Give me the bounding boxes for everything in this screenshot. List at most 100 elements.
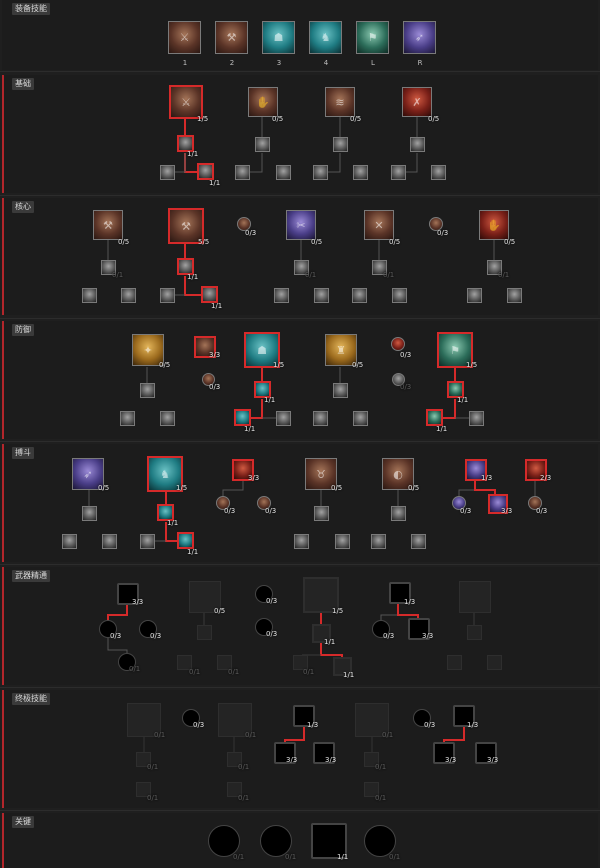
upgrade-node[interactable] — [121, 288, 136, 303]
upgrade-node[interactable] — [276, 165, 291, 180]
upgrade-node[interactable] — [313, 165, 328, 180]
upgrade-node[interactable] — [467, 288, 482, 303]
equipped-skill-slot-4[interactable]: ♞ — [309, 21, 342, 54]
dual-blades-icon: ⚔ — [179, 31, 190, 44]
upgrade-node[interactable] — [431, 165, 446, 180]
upgrade-node[interactable] — [314, 288, 329, 303]
upgrade-rank: 1/1 — [343, 671, 355, 679]
equipped-skills-section: 装备技能 ⚔ ⚒ ☗ ♞ ⚑ ➶ 1 2 3 4 L R — [2, 0, 598, 70]
skill-rank: 0/5 — [428, 115, 440, 123]
passive-node[interactable] — [391, 337, 405, 351]
skill-rank: 0/5 — [272, 115, 284, 123]
skill-rank: 3/3 — [422, 632, 434, 640]
upgrade-rank: 1/1 — [324, 638, 336, 646]
upgrade-node[interactable] — [276, 411, 291, 426]
upgrade-node[interactable] — [333, 383, 348, 398]
upgrade-node[interactable] — [411, 534, 426, 549]
upgrade-node[interactable] — [426, 409, 443, 426]
upgrade-node[interactable] — [469, 411, 484, 426]
axe-icon: ⚒ — [103, 218, 113, 232]
skill-rank: 0/3 — [245, 229, 257, 237]
upgrade-node[interactable] — [160, 288, 175, 303]
upgrade-node[interactable] — [235, 165, 250, 180]
upgrade-node[interactable] — [391, 165, 406, 180]
skill-lunging-strike[interactable]: ✋ — [248, 87, 278, 117]
skill-rank: 0/5 — [408, 484, 420, 492]
upgrade-node[interactable] — [140, 383, 155, 398]
upgrade-node[interactable] — [177, 532, 194, 549]
upgrade-node[interactable] — [197, 163, 214, 180]
upgrade-node[interactable] — [353, 165, 368, 180]
upgrade-node[interactable] — [353, 411, 368, 426]
section-rail — [2, 198, 4, 315]
upgrade-node[interactable] — [201, 286, 218, 303]
upgrade-node[interactable] — [120, 411, 135, 426]
skill-upheaval[interactable]: ✂ — [286, 210, 316, 240]
upgrade-rank: 0/1 — [498, 271, 510, 279]
equipped-skill-slot-2[interactable]: ⚒ — [215, 21, 248, 54]
weapon-mastery-section: 武器精通 3/3 0/3 0/3 0/1 0/5 0/1 0/1 0/3 0/3… — [2, 567, 598, 685]
skill-rank: 5/5 — [198, 238, 210, 246]
upgrade-node[interactable] — [391, 506, 406, 521]
defense-section: 防御 ✦ 0/5 3/3 0/3 ☗ 1/5 ♜ 0/5 0/3 0/3 ⚑ 1… — [2, 321, 598, 439]
upgrade-rank: 0/1 — [228, 668, 240, 676]
section-title-key-passive: 关键 — [12, 816, 34, 828]
upgrade-node[interactable] — [314, 506, 329, 521]
upgrade-node[interactable] — [197, 625, 212, 640]
skill-rank: 0/5 — [350, 115, 362, 123]
upgrade-rank: 1/1 — [436, 425, 448, 433]
upgrade-node[interactable] — [507, 288, 522, 303]
upgrade-node[interactable] — [335, 534, 350, 549]
crossed-axes-icon: ✕ — [374, 218, 384, 232]
section-rail — [2, 690, 4, 808]
section-title-weapon-mastery: 武器精通 — [12, 570, 50, 582]
upgrade-node[interactable] — [255, 137, 270, 152]
upgrade-node[interactable] — [392, 288, 407, 303]
upgrade-node[interactable] — [371, 534, 386, 549]
skill-rank: 1/3 — [467, 721, 479, 729]
upgrade-node[interactable] — [102, 534, 117, 549]
upgrade-node[interactable] — [160, 411, 175, 426]
skill-rank: 3/3 — [209, 351, 221, 359]
skill-rank: 0/3 — [266, 597, 278, 605]
upgrade-node[interactable] — [487, 655, 502, 670]
upgrade-node[interactable] — [140, 534, 155, 549]
skill-frenzy[interactable]: ≋ — [325, 87, 355, 117]
upgrade-node[interactable] — [313, 411, 328, 426]
upgrade-node[interactable] — [62, 534, 77, 549]
upgrade-rank: 0/1 — [375, 794, 387, 802]
upgrade-node[interactable] — [352, 288, 367, 303]
upgrade-node[interactable] — [234, 409, 251, 426]
section-title-equipped: 装备技能 — [12, 3, 50, 15]
upgrade-rank: 1/1 — [457, 396, 469, 404]
equipped-skill-slot-l[interactable]: ⚑ — [356, 21, 389, 54]
upgrade-node[interactable] — [82, 288, 97, 303]
skill-rend[interactable]: ✋ — [479, 210, 509, 240]
upgrade-rank: 0/1 — [147, 763, 159, 771]
upgrade-rank: 0/1 — [305, 271, 317, 279]
skill-rank: 0/3 — [400, 383, 412, 391]
upgrade-node[interactable] — [333, 137, 348, 152]
equipped-skill-slot-1[interactable]: ⚔ — [168, 21, 201, 54]
skill-rank: 0/1 — [233, 853, 245, 861]
skill-bash[interactable]: ⚔ — [169, 85, 203, 119]
skill-rank: 0/1 — [389, 853, 401, 861]
upgrade-node[interactable] — [467, 625, 482, 640]
upgrade-node[interactable] — [294, 534, 309, 549]
upgrade-node[interactable] — [82, 506, 97, 521]
equipped-skill-slot-r[interactable]: ➶ — [403, 21, 436, 54]
skill-whirlwind[interactable]: ⚒ — [93, 210, 123, 240]
upgrade-node[interactable] — [447, 655, 462, 670]
upgrade-node[interactable] — [160, 165, 175, 180]
spikes-icon: ≋ — [335, 95, 345, 109]
skill-rank: 0/3 — [383, 632, 395, 640]
upgrade-node[interactable] — [410, 137, 425, 152]
upgrade-node[interactable] — [274, 288, 289, 303]
equipped-skill-slot-3[interactable]: ☗ — [262, 21, 295, 54]
skill-rank: 3/3 — [501, 507, 513, 515]
skill-rank: 0/3 — [265, 507, 277, 515]
skill-double-swing[interactable]: ✕ — [364, 210, 394, 240]
skill-node-locked[interactable] — [459, 581, 491, 613]
skill-flay[interactable]: ✗ — [402, 87, 432, 117]
upgrade-rank: 1/1 — [244, 425, 256, 433]
